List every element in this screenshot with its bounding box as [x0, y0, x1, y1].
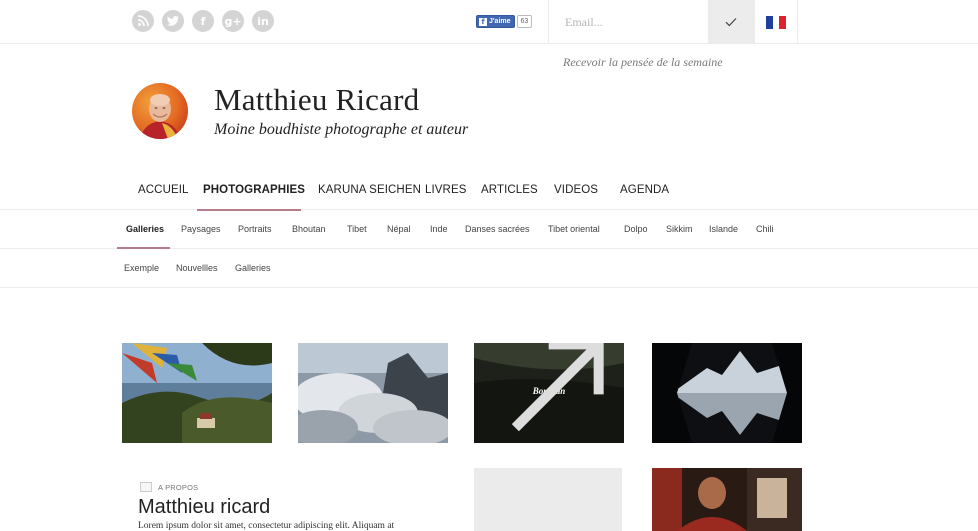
subnav-item-islande[interactable]: Islande	[709, 224, 738, 234]
newsletter-submit-button[interactable]	[708, 0, 754, 44]
nav-item-karuna-seichen[interactable]: KARUNA SEICHEN	[318, 184, 421, 196]
nav-item-agenda[interactable]: AGENDA	[620, 184, 669, 196]
french-flag-icon	[766, 15, 787, 29]
gallery-thumbnail-bouthan[interactable]: Bouthan	[474, 343, 624, 443]
main-navigation: ACCUEIL PHOTOGRAPHIES KARUNA SEICHEN LIV…	[0, 172, 978, 211]
subnav-item-sikkim[interactable]: Sikkim	[666, 224, 693, 234]
top-bar: f g+ in f J'aime 63	[0, 0, 978, 44]
gallery-thumbnail-prayer-flags[interactable]	[122, 343, 272, 443]
subnav-item-galleries[interactable]: Galleries	[126, 224, 164, 234]
facebook-like-widget[interactable]: f J'aime 63	[476, 15, 533, 28]
subnav-item-bhoutan[interactable]: Bhoutan	[292, 224, 326, 234]
avatar	[132, 83, 188, 139]
nav-item-livres[interactable]: LIVRES	[425, 184, 467, 196]
gallery-category-nav: Galleries Paysages Portraits Bhoutan Tib…	[0, 210, 978, 249]
facebook-logo-icon: f	[479, 17, 487, 26]
facebook-icon[interactable]: f	[192, 10, 214, 32]
linkedin-icon[interactable]: in	[252, 10, 274, 32]
subnav-item-portraits[interactable]: Portraits	[238, 224, 272, 234]
newsletter-email-box	[548, 0, 708, 44]
thirdnav-item-nouvellles[interactable]: Nouvellles	[176, 263, 218, 273]
nav-item-accueil[interactable]: ACCUEIL	[138, 184, 189, 196]
site-subtitle: Moine boudhiste photographe et auteur	[214, 121, 469, 138]
subnav-item-tibet[interactable]: Tibet	[347, 224, 367, 234]
subnav-item-nepal[interactable]: Népal	[387, 224, 411, 234]
gallery-thumbnail-clouds-mountain[interactable]	[298, 343, 448, 443]
about-text: Lorem ipsum dolor sit amet, consectetur …	[138, 521, 395, 531]
about-kicker-label: A PROPOS	[158, 482, 199, 492]
thirdnav-item-galleries[interactable]: Galleries	[235, 263, 271, 273]
facebook-like-button[interactable]: f J'aime	[476, 15, 515, 28]
social-links: f g+ in	[132, 10, 274, 32]
about-kicker: A PROPOS	[140, 482, 198, 492]
twitter-icon[interactable]	[162, 10, 184, 32]
expand-icon[interactable]	[482, 343, 624, 436]
subnav-item-dolpo[interactable]: Dolpo	[624, 224, 648, 234]
facebook-like-count: 63	[516, 15, 533, 28]
nav-item-photographies[interactable]: PHOTOGRAPHIES	[203, 184, 305, 196]
thirdnav-item-exemple[interactable]: Exemple	[124, 263, 159, 273]
check-icon	[725, 18, 737, 27]
site-title[interactable]: Matthieu Ricard	[214, 82, 419, 118]
subnav-item-paysages[interactable]: Paysages	[181, 224, 221, 234]
gallery-thumbnail-portrait[interactable]	[652, 468, 802, 531]
gallery-thumbnail-mountain-reflection[interactable]	[652, 343, 802, 443]
subnav-item-danses-sacrees[interactable]: Danses sacrées	[465, 224, 530, 234]
language-switcher[interactable]	[754, 0, 798, 44]
rss-icon[interactable]	[132, 10, 154, 32]
image-placeholder	[474, 468, 622, 531]
email-field[interactable]	[549, 0, 708, 44]
facebook-like-label: J'aime	[489, 18, 511, 25]
subnav-item-chili[interactable]: Chili	[756, 224, 774, 234]
about-title: Matthieu ricard	[138, 496, 271, 518]
subnav-item-tibet-oriental[interactable]: Tibet oriental	[548, 224, 600, 234]
secondary-subnav: Exemple Nouvellles Galleries	[0, 249, 978, 288]
nav-item-videos[interactable]: VIDEOS	[554, 184, 598, 196]
subnav-item-inde[interactable]: Inde	[430, 224, 448, 234]
newsletter-note: Recevoir la pensée de la semaine	[563, 55, 723, 69]
google-plus-icon[interactable]: g+	[222, 10, 244, 32]
nav-item-articles[interactable]: ARTICLES	[481, 184, 538, 196]
document-icon	[140, 482, 152, 492]
